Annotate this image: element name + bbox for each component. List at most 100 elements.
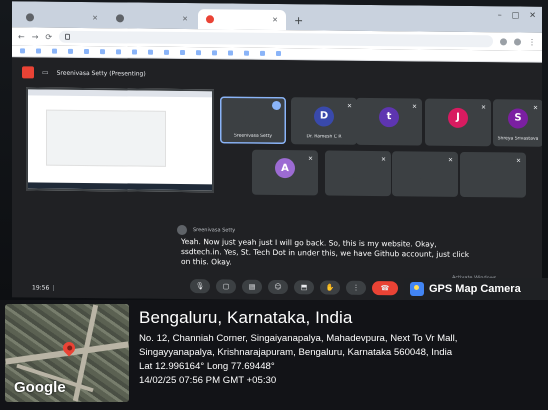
bookmark-icon <box>20 48 25 54</box>
browser-tab-3-active[interactable]: ✕ <box>198 9 286 31</box>
map-thumbnail: Google <box>5 304 129 402</box>
monitor-photo: ✕ ✕ ✕ + – □ ✕ ← → ⟳ ⋮ ▭ Sreenivasa Setty… <box>0 0 548 300</box>
bookmark-item[interactable] <box>180 49 187 56</box>
bookmark-item[interactable] <box>100 49 107 55</box>
meet-call: ▭ Sreenivasa Setty (Presenting) Sreeniva… <box>12 57 542 300</box>
menu-icon[interactable]: ⋮ <box>528 37 536 46</box>
bookmark-item[interactable] <box>244 50 251 56</box>
mic-off-icon: ✕ <box>346 102 352 110</box>
bookmark-item[interactable] <box>196 50 203 56</box>
participant-tile[interactable]: Sreenivasa Setty <box>220 96 286 145</box>
participant-name <box>252 190 318 191</box>
mic-off-icon: ✕ <box>411 103 417 111</box>
end-call-icon[interactable]: ☎ <box>372 280 398 296</box>
close-icon[interactable]: ✕ <box>272 16 278 24</box>
browser-tab-2[interactable]: ✕ <box>108 8 196 29</box>
timestamp: 14/02/25 07:56 PM GMT +05:30 <box>139 375 277 386</box>
participant-tile[interactable]: J ✕ <box>425 98 491 147</box>
bookmark-item[interactable] <box>164 49 171 55</box>
minimize-button[interactable]: – <box>498 10 502 19</box>
forward-icon[interactable]: → <box>32 32 39 41</box>
profile-icon[interactable] <box>514 37 521 46</box>
meet-header: ▭ Sreenivasa Setty (Presenting) <box>22 66 146 79</box>
captions-icon[interactable]: ▤ <box>242 279 262 294</box>
meet-logo-icon <box>22 66 34 79</box>
maximize-button[interactable]: □ <box>512 10 520 19</box>
bookmark-icon <box>52 48 57 54</box>
bookmark-item[interactable] <box>260 50 267 56</box>
participant-tile[interactable]: D ✕ Dr. Ramesh C R <box>291 97 357 145</box>
shared-screen-preview[interactable] <box>26 87 214 193</box>
avatar: S <box>508 108 528 129</box>
avatar: t <box>379 106 399 128</box>
bookmark-item[interactable] <box>132 49 139 55</box>
bookmark-item[interactable] <box>228 50 235 56</box>
bookmark-icon <box>164 49 169 55</box>
live-caption: Sreenivasa Setty Yeah. Now just yeah jus… <box>177 224 477 270</box>
bookmark-item[interactable] <box>212 50 219 56</box>
bookmark-item[interactable] <box>148 49 155 55</box>
back-icon[interactable]: ← <box>18 32 25 41</box>
browser-tab-1[interactable]: ✕ <box>18 7 106 28</box>
bookmark-icon <box>228 50 233 56</box>
bookmark-icon <box>260 50 265 56</box>
close-window-button[interactable]: ✕ <box>529 11 536 20</box>
browser-window: ✕ ✕ ✕ + – □ ✕ ← → ⟳ ⋮ ▭ Sreenivasa Setty… <box>12 1 542 300</box>
close-icon[interactable]: ✕ <box>182 15 188 23</box>
new-tab-button[interactable]: + <box>288 14 309 30</box>
bookmark-icon <box>132 49 137 55</box>
meeting-info: 19:56 | <box>32 284 55 292</box>
emoji-icon[interactable]: ☺ <box>268 279 288 295</box>
bookmark-item[interactable] <box>68 48 75 54</box>
raise-hand-icon[interactable]: ✋ <box>320 280 340 295</box>
caption-speaker: Sreenivasa Setty <box>177 224 477 238</box>
participant-tile[interactable]: t ✕ <box>356 97 422 146</box>
gps-camera-logo-icon <box>410 282 424 296</box>
bookmark-item[interactable] <box>84 48 91 55</box>
gps-badge-text: GPS Map Camera <box>429 283 521 295</box>
participant-tile[interactable]: ✕ <box>460 151 526 198</box>
bookmark-item[interactable] <box>52 48 59 54</box>
location-title: Bengaluru, Karnataka, India <box>139 308 353 327</box>
present-icon[interactable]: ⬒ <box>294 280 314 295</box>
mic-off-icon: ✕ <box>480 104 486 112</box>
extension-icon[interactable] <box>500 37 507 45</box>
participant-name: Shreya Srivastava <box>497 136 539 142</box>
reload-icon[interactable]: ⟳ <box>45 32 52 41</box>
avatar <box>177 224 187 236</box>
close-icon[interactable]: ✕ <box>92 14 98 22</box>
address-bar[interactable] <box>59 30 493 48</box>
bookmark-icon <box>148 49 153 55</box>
mic-icon[interactable]: 🎙 <box>190 279 210 294</box>
participant-name: Dr. Ramesh C R <box>306 134 342 140</box>
bookmark-icon <box>116 49 121 55</box>
mic-off-icon: ✕ <box>515 157 521 165</box>
bookmark-item[interactable] <box>20 48 27 54</box>
favicon-icon <box>116 14 124 23</box>
call-controls: 🎙 ▢ ▤ ☺ ⬒ ✋ ⋮ ☎ <box>190 279 398 296</box>
participant-tile[interactable]: ✕ <box>325 150 391 197</box>
bookmark-item[interactable] <box>276 50 283 57</box>
participant-name <box>425 141 491 142</box>
bookmark-item[interactable] <box>116 49 123 55</box>
favicon-icon <box>26 13 34 22</box>
shared-screen-browser-bar <box>28 89 212 98</box>
participant-tile[interactable]: ✕ <box>392 151 458 197</box>
participant-tile[interactable]: A ✕ <box>252 149 318 196</box>
avatar <box>483 160 503 181</box>
participant-tile[interactable]: S ✕ Shreya Srivastava <box>493 99 542 147</box>
camera-icon[interactable]: ▢ <box>216 279 236 294</box>
avatar: A <box>275 157 295 179</box>
meet-favicon-icon <box>206 15 214 24</box>
bookmark-item[interactable] <box>36 48 43 54</box>
presentation-icon: ▭ <box>42 68 49 77</box>
mic-off-icon: ✕ <box>380 156 386 164</box>
gps-map-camera-badge: GPS Map Camera <box>404 278 548 300</box>
meeting-time: 19:56 <box>32 284 50 292</box>
bookmark-icon <box>212 50 217 56</box>
more-options-icon[interactable]: ⋮ <box>346 280 366 295</box>
bookmark-icon <box>84 48 89 55</box>
participant-name <box>460 192 526 193</box>
caption-speaker-name: Sreenivasa Setty <box>193 227 236 234</box>
bookmark-icon <box>100 49 105 55</box>
